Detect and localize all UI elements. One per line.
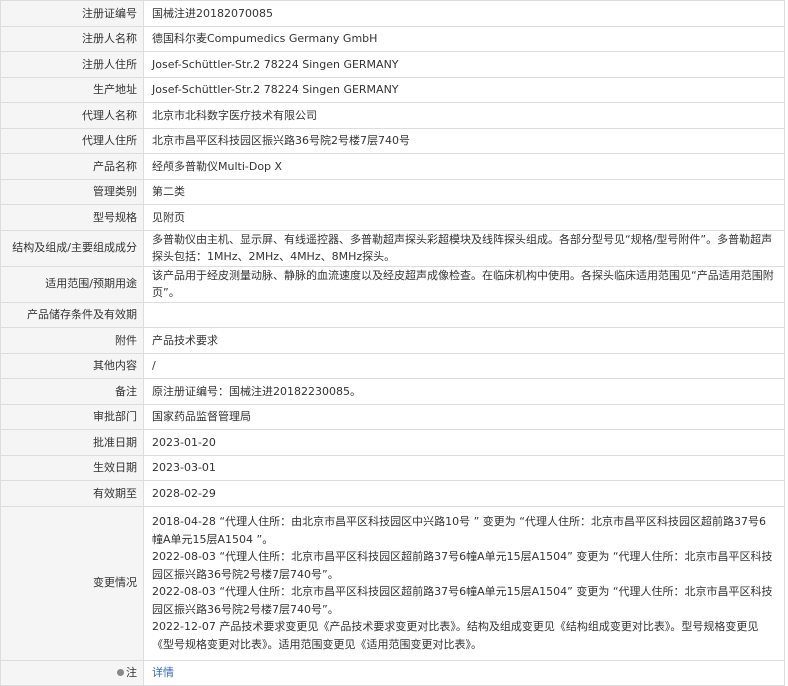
field-value: 北京市北科数字医疗技术有限公司 [143, 102, 785, 129]
note-label-cell: 注 [0, 659, 144, 686]
field-label: 注册证编号 [0, 0, 144, 27]
field-value: Josef-Schüttler-Str.2 78224 Singen GERMA… [143, 76, 785, 103]
note-row: 注 详情 [0, 659, 785, 686]
changes-row: 变更情况 2018-04-28 “代理人住所：由北京市昌平区科技园区中兴路10号… [0, 505, 785, 661]
note-value: 详情 [143, 659, 785, 686]
registration-table: 注册证编号 国械注进20182070085 注册人名称 德国科尔麦Compume… [0, 0, 785, 686]
table-row: 附件 产品技术要求 [0, 327, 785, 354]
pin-icon [117, 669, 124, 676]
field-value: 原注册证编号：国械注进20182230085。 [143, 378, 785, 405]
field-label: 型号规格 [0, 204, 144, 231]
changes-value: 2018-04-28 “代理人住所：由北京市昌平区科技园区中兴路10号 ” 变更… [143, 505, 785, 661]
table-row: 生效日期 2023-03-01 [0, 454, 785, 481]
field-value: 产品技术要求 [143, 327, 785, 354]
field-label: 生效日期 [0, 454, 144, 481]
table-row: 适用范围/预期用途 该产品用于经皮测量动脉、静脉的血流速度以及经皮超声成像检查。… [0, 265, 785, 303]
field-value: 见附页 [143, 204, 785, 231]
field-value: 2028-02-29 [143, 480, 785, 507]
field-value: 德国科尔麦Compumedics Germany GmbH [143, 25, 785, 52]
field-label: 生产地址 [0, 76, 144, 103]
field-value: 多普勒仪由主机、显示屏、有线遥控器、多普勒超声探头彩超模块及线阵探头组成。各部分… [143, 229, 785, 267]
field-label: 注册人住所 [0, 51, 144, 78]
table-row: 注册证编号 国械注进20182070085 [0, 0, 785, 27]
field-value: 该产品用于经皮测量动脉、静脉的血流速度以及经皮超声成像检查。在临床机构中使用。各… [143, 265, 785, 303]
field-label: 其他内容 [0, 352, 144, 379]
table-row: 其他内容 / [0, 352, 785, 379]
field-value: 国家药品监督管理局 [143, 403, 785, 430]
field-label: 适用范围/预期用途 [0, 265, 144, 303]
field-label: 结构及组成/主要组成成分 [0, 229, 144, 267]
table-row: 代理人住所 北京市昌平区科技园区振兴路36号院2号楼7层740号 [0, 127, 785, 154]
field-value: / [143, 352, 785, 379]
field-label: 附件 [0, 327, 144, 354]
table-row: 产品储存条件及有效期 [0, 301, 785, 328]
table-row: 审批部门 国家药品监督管理局 [0, 403, 785, 430]
change-entry: 2022-12-07 产品技术要求变更见《产品技术要求变更对比表》。结构及组成变… [152, 620, 759, 651]
table-row: 结构及组成/主要组成成分 多普勒仪由主机、显示屏、有线遥控器、多普勒超声探头彩超… [0, 229, 785, 267]
field-label: 备注 [0, 378, 144, 405]
change-entry: 2022-08-03 “代理人住所：北京市昌平区科技园区超前路37号6幢A单元1… [152, 550, 773, 581]
table-row: 生产地址 Josef-Schüttler-Str.2 78224 Singen … [0, 76, 785, 103]
table-row: 批准日期 2023-01-20 [0, 429, 785, 456]
field-label: 批准日期 [0, 429, 144, 456]
table-row: 产品名称 经颅多普勒仪Multi-Dop X [0, 153, 785, 180]
field-value: 北京市昌平区科技园区振兴路36号院2号楼7层740号 [143, 127, 785, 154]
table-row: 备注 原注册证编号：国械注进20182230085。 [0, 378, 785, 405]
details-link[interactable]: 详情 [152, 666, 174, 679]
table-row: 注册人住所 Josef-Schüttler-Str.2 78224 Singen… [0, 51, 785, 78]
table-row: 注册人名称 德国科尔麦Compumedics Germany GmbH [0, 25, 785, 52]
field-label: 代理人住所 [0, 127, 144, 154]
field-value: Josef-Schüttler-Str.2 78224 Singen GERMA… [143, 51, 785, 78]
field-label: 产品储存条件及有效期 [0, 301, 144, 328]
changes-label: 变更情况 [0, 505, 144, 661]
field-value [143, 301, 785, 328]
table-row: 管理类别 第二类 [0, 178, 785, 205]
field-label: 注册人名称 [0, 25, 144, 52]
field-value: 第二类 [143, 178, 785, 205]
table-row: 型号规格 见附页 [0, 204, 785, 231]
change-entry: 2022-08-03 “代理人住所：北京市昌平区科技园区超前路37号6幢A单元1… [152, 585, 773, 616]
field-label: 代理人名称 [0, 102, 144, 129]
field-label: 审批部门 [0, 403, 144, 430]
change-entry: 2018-04-28 “代理人住所：由北京市昌平区科技园区中兴路10号 ” 变更… [152, 515, 766, 546]
field-label: 管理类别 [0, 178, 144, 205]
note-label: 注 [126, 666, 137, 679]
field-value: 国械注进20182070085 [143, 0, 785, 27]
field-label: 产品名称 [0, 153, 144, 180]
table-row: 有效期至 2028-02-29 [0, 480, 785, 507]
field-value: 2023-01-20 [143, 429, 785, 456]
field-value: 经颅多普勒仪Multi-Dop X [143, 153, 785, 180]
field-value: 2023-03-01 [143, 454, 785, 481]
table-row: 代理人名称 北京市北科数字医疗技术有限公司 [0, 102, 785, 129]
field-label: 有效期至 [0, 480, 144, 507]
